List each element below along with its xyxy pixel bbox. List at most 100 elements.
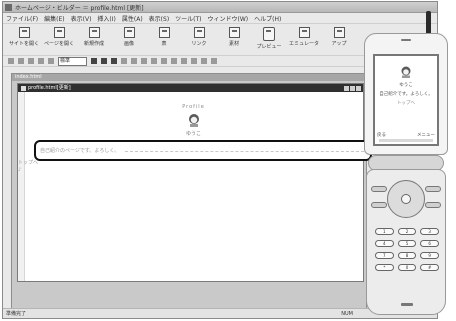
key-0[interactable]: 0 [397,264,417,271]
end-key[interactable] [425,202,441,208]
key-6[interactable]: 6 [420,240,439,247]
preview-button[interactable]: プレビュー [256,27,282,50]
menu-view[interactable]: 表示(V) [71,14,92,23]
lcd-softkeys: 戻る メニュー [377,132,435,138]
maximize-icon[interactable] [350,85,355,91]
document-icon [21,85,26,91]
mdi-area: index.html profile.html[更新] Profile ゆうこ … [11,73,372,311]
open-page-icon [53,27,65,38]
grid-icon[interactable] [211,58,217,64]
underline-icon[interactable] [111,58,117,64]
menu-edit[interactable]: 編集(E) [44,14,64,23]
lcd-bottom-bar [379,139,433,142]
key-3[interactable]: 3 [420,228,439,235]
phone-keypad: 1 2 3 4 5 6 7 8 9 * 0 # [366,169,446,315]
copy-icon[interactable] [38,58,44,64]
cut-icon[interactable] [28,58,34,64]
intro-text[interactable]: 自己紹介のページです。よろしく。 [40,147,119,154]
dashed-fill [125,150,364,152]
upload-button[interactable]: アップ [326,27,352,47]
list-icon[interactable] [161,58,167,64]
soft-left-label: 戻る [377,133,386,138]
menu-window[interactable]: ウィンドウ(W) [208,14,249,23]
new-button[interactable]: 新規作成 [81,27,107,47]
dpad-center-button[interactable] [401,194,411,204]
preview-phone-icon [263,27,275,41]
image-icon [123,27,135,38]
menu-file[interactable]: ファイル(F) [6,14,38,23]
align-right-icon[interactable] [151,58,157,64]
key-hash[interactable]: # [420,264,439,271]
key-star[interactable]: * [375,264,394,271]
title-bar: ホームページ・ビルダー ＝ profile.html [更新] [3,2,437,13]
background-doc-title: index.html [12,74,366,81]
align-left-icon[interactable] [131,58,137,64]
editor-title-bar: profile.html[更新] [18,84,363,92]
lcd-message: 自己紹介です。よろしく。 [379,92,433,97]
font-size-select[interactable]: 標準 [58,56,87,66]
open-site-icon [18,27,30,38]
lcd-name: ゆうこ [399,83,413,88]
bold-icon[interactable] [91,58,97,64]
app-icon [5,3,12,11]
page-heading[interactable]: Profile [26,104,361,110]
avatar-icon[interactable] [187,113,201,127]
key-1[interactable]: 1 [375,228,394,235]
close-icon[interactable] [356,85,361,91]
rule-icon[interactable] [181,58,187,64]
page-canvas[interactable]: Profile ゆうこ ・・・・・・・ [26,94,361,279]
call-key[interactable] [371,202,387,208]
dpad[interactable] [387,180,425,218]
upload-icon [333,27,345,38]
soft-right-label: メニュー [417,133,435,138]
speaker [401,39,411,41]
key-8[interactable]: 8 [397,252,417,259]
open-site-button[interactable]: サイトを開く [9,27,39,47]
phone-preview: ゆうこ 自己紹介です。よろしく。 トップへ 戻る メニュー 1 2 3 4 5 … [364,11,448,317]
menu-tools[interactable]: ツール(T) [175,14,201,23]
menu-insert[interactable]: 挿入(I) [97,14,115,23]
link-icon [193,27,205,38]
profile-name[interactable]: ゆうこ [26,130,361,137]
minimize-icon[interactable] [344,85,349,91]
top-link[interactable]: トップへ [18,159,363,166]
key-9[interactable]: 9 [420,252,439,259]
key-5[interactable]: 5 [397,240,417,247]
material-icon [228,27,240,38]
key-2[interactable]: 2 [397,228,417,235]
menu-help[interactable]: ヘルプ(H) [254,14,281,23]
key-4[interactable]: 4 [375,240,394,247]
phone-screen: ゆうこ 自己紹介です。よろしく。 トップへ 戻る メニュー [373,54,439,146]
paste-icon[interactable] [48,58,54,64]
menu-attribute[interactable]: 属性(A) [122,14,143,23]
new-icon [88,27,100,38]
color-icon[interactable] [121,58,127,64]
highlighted-text-line[interactable]: 自己紹介のページです。よろしく。 [34,140,372,161]
globe-icon[interactable] [191,58,197,64]
emulator-button[interactable]: エミュレータ [289,27,319,47]
table-button[interactable]: 表 [151,27,177,47]
key-7[interactable]: 7 [375,252,394,259]
lcd-avatar-icon [401,66,411,78]
soft-key-left[interactable] [371,186,387,192]
microphone [401,303,413,306]
italic-icon[interactable] [101,58,107,64]
material-button[interactable]: 素材 [221,27,247,47]
window-controls [344,85,363,91]
emulator-icon [298,27,310,38]
indent-icon[interactable] [171,58,177,64]
menu-bar: ファイル(F) 編集(E) 表示(V) 挿入(I) 属性(A) 表示(S) ツー… [3,13,437,24]
soft-key-right[interactable] [425,186,441,192]
undo-icon[interactable] [8,58,14,64]
open-page-button[interactable]: ページを開く [44,27,74,47]
filter-icon[interactable] [201,58,207,64]
link-button[interactable]: リンク [186,27,212,47]
status-right: NUM [341,310,353,317]
footer-mark: ♪ [18,167,22,173]
status-left: 準備完了 [6,311,27,317]
lcd-link: トップへ [397,101,415,106]
menu-display[interactable]: 表示(S) [149,14,170,23]
redo-icon[interactable] [18,58,24,64]
align-center-icon[interactable] [141,58,147,64]
image-button[interactable]: 画像 [116,27,142,47]
